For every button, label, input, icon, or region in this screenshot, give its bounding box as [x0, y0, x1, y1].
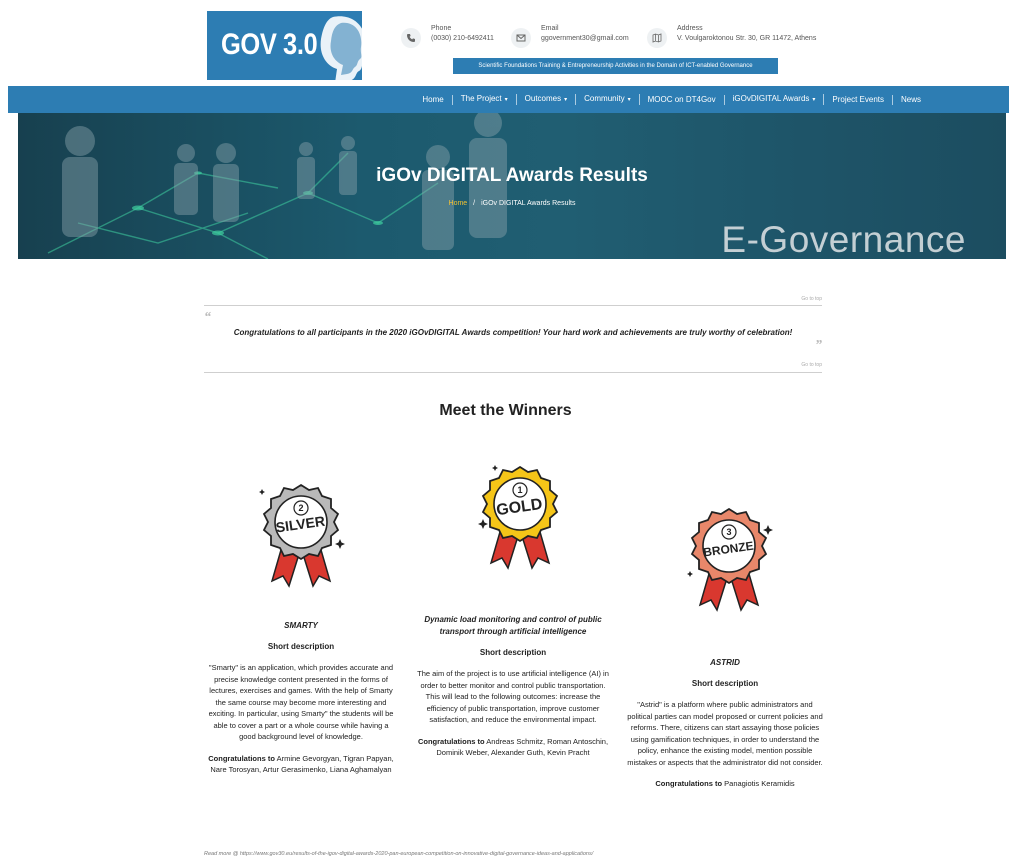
divider — [204, 372, 822, 373]
nav-item-community[interactable]: Community ▾ — [576, 94, 640, 105]
divider — [204, 305, 822, 306]
nav-item-awards[interactable]: iGOvDIGITAL Awards ▾ — [725, 94, 825, 105]
site-logo[interactable]: GOV 3.0 — [207, 11, 362, 80]
go-to-top-link[interactable]: Go to top — [801, 362, 822, 368]
breadcrumb-current: iGOv DIGITAL Awards Results — [481, 200, 576, 207]
logo-text: GOV 3.0 — [221, 28, 318, 61]
go-to-top-link[interactable]: Go to top — [801, 296, 822, 302]
nav-item-home[interactable]: Home — [414, 94, 453, 105]
short-description-heading: Short description — [479, 648, 547, 657]
short-description-heading: Short description — [691, 679, 759, 688]
contact-address: Address V. Voulgaroktonou Str. 30, GR 11… — [647, 24, 816, 48]
winner-card-bronze: ASTRID Short description "Astrid" is a p… — [626, 657, 824, 790]
section-title: Meet the Winners — [439, 402, 572, 419]
email-value[interactable]: ggovernment30@gmail.com — [541, 34, 629, 44]
phone-icon — [401, 28, 421, 48]
winner-card-silver: SMARTY Short description "Smarty" is an … — [205, 620, 397, 776]
breadcrumb-separator: / — [473, 200, 476, 207]
bronze-medal-icon: 3 BRONZE — [687, 507, 773, 612]
chevron-down-icon: ▾ — [564, 97, 568, 103]
medal-number: 2 — [298, 503, 303, 513]
hero-banner: iGOv DIGITAL Awards Results Home / iGOv … — [18, 113, 1006, 259]
nav-item-news[interactable]: News — [893, 95, 929, 105]
nav-item-project-events[interactable]: Project Events — [824, 94, 893, 105]
winner-card-gold: Dynamic load monitoring and control of p… — [413, 614, 613, 759]
face-profile-icon — [320, 16, 362, 80]
short-description-heading: Short description — [267, 642, 335, 651]
nav-item-mooc[interactable]: MOOC on DT4Gov — [640, 94, 725, 105]
envelope-icon — [511, 28, 531, 48]
winner-congrats: Congratulations to Andreas Schmitz, Roma… — [417, 736, 609, 758]
email-label: Email — [541, 25, 559, 32]
hero-watermark: E-Governance — [721, 219, 966, 259]
chevron-down-icon: ▾ — [504, 97, 508, 103]
chevron-down-icon: ▾ — [812, 97, 816, 103]
read-more-link[interactable]: Read more @ https://www.gov30.eu/results… — [204, 851, 593, 857]
map-icon — [647, 28, 667, 48]
phone-value[interactable]: (0030) 210-6492411 — [431, 34, 494, 44]
silver-medal-icon: 2 SILVER — [259, 483, 345, 588]
winner-name: ASTRID — [710, 658, 740, 667]
phone-label: Phone — [431, 25, 452, 32]
contact-email: Email ggovernment30@gmail.com — [511, 24, 629, 48]
quote-block: Go to top “ Congratulations to all parti… — [204, 296, 822, 374]
winner-description: The aim of the project is to use artific… — [417, 669, 609, 724]
gold-medal-icon: 1 GOLD — [478, 465, 559, 570]
close-quote-icon: ” — [815, 338, 822, 353]
winner-description: "Astrid" is a platform where public admi… — [627, 700, 823, 767]
chevron-down-icon: ▾ — [627, 97, 631, 103]
quote-text: Congratulations to all participants in t… — [233, 328, 793, 337]
medal-number: 1 — [517, 485, 522, 495]
winner-name: SMARTY — [284, 621, 318, 630]
page-title: iGOv DIGITAL Awards Results — [376, 165, 648, 186]
open-quote-icon: “ — [204, 310, 211, 325]
contact-phone: Phone (0030) 210-6492411 — [401, 24, 494, 48]
winner-congrats: Congratulations to Panagiotis Keramidis — [655, 779, 795, 788]
address-label: Address — [677, 25, 703, 32]
address-value: V. Voulgaroktonou Str. 30, GR 11472, Ath… — [677, 35, 817, 42]
site-header: GOV 3.0 Phone (0030) 210-6492411 Email g… — [0, 0, 1011, 86]
breadcrumb: Home / iGOv DIGITAL Awards Results — [18, 200, 1006, 207]
nav-item-the-project[interactable]: The Project ▾ — [453, 94, 517, 105]
winner-congrats: Congratulations to Armine Gevorgyan, Tig… — [208, 753, 394, 775]
main-nav: Home The Project ▾ Outcomes ▾ Community ▾ M… — [8, 86, 1009, 113]
medal-number: 3 — [726, 527, 731, 537]
tagline-banner: Scientific Foundations Training & Entrep… — [453, 58, 778, 74]
nav-item-outcomes[interactable]: Outcomes ▾ — [517, 94, 577, 105]
winner-name: Dynamic load monitoring and control of p… — [424, 615, 602, 636]
breadcrumb-home-link[interactable]: Home — [449, 200, 468, 207]
winner-description: "Smarty" is an application, which provid… — [208, 663, 394, 741]
